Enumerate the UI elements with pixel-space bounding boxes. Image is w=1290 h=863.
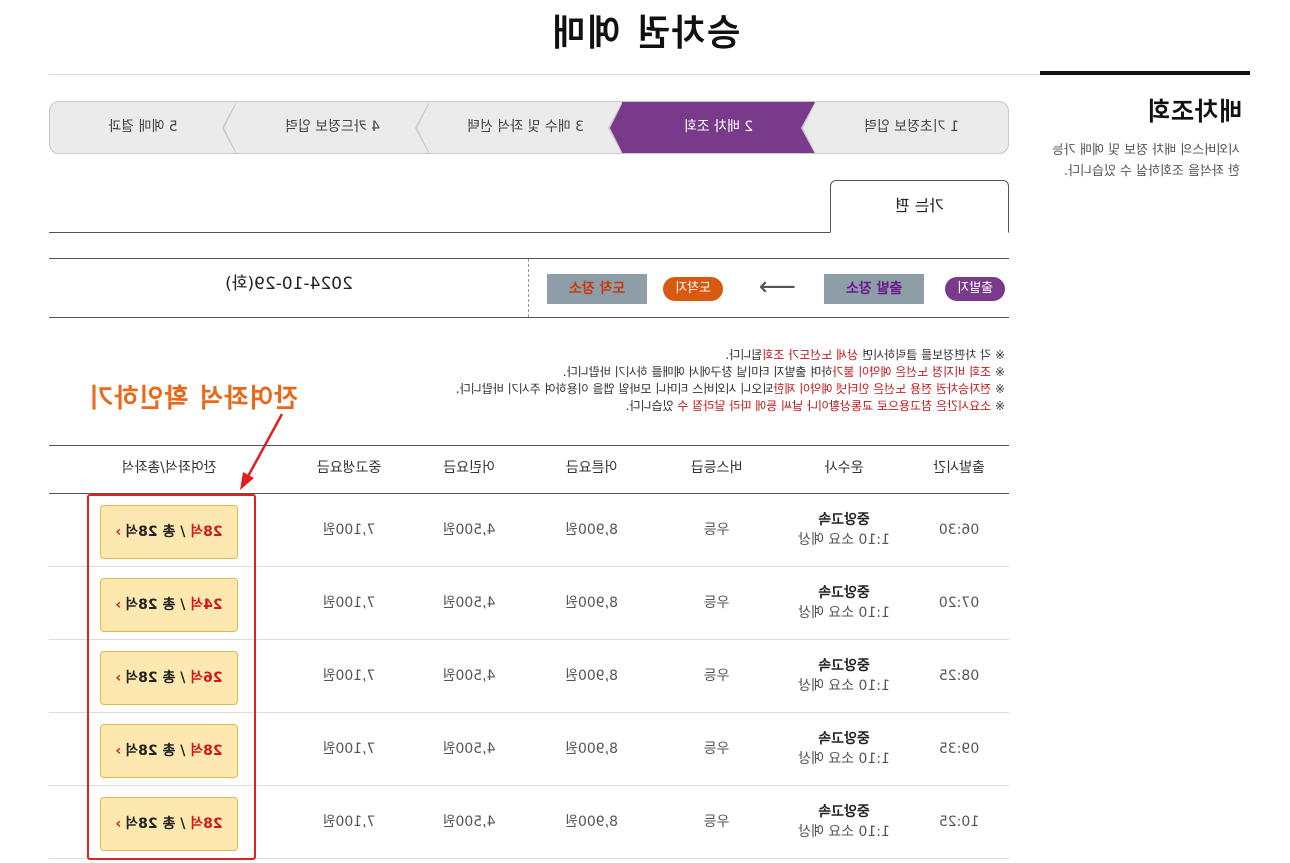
total-seats: / 총 28석 bbox=[125, 597, 191, 613]
arrow-right-icon: ⟶ bbox=[758, 272, 796, 302]
bus-grade: 우등 bbox=[703, 668, 730, 684]
company-name: 중앙고속 bbox=[818, 585, 870, 601]
remaining-seats: 28석 bbox=[190, 524, 223, 540]
seat-select-button[interactable]: 28석 / 총 28석› bbox=[100, 797, 238, 851]
sidebar-title: 배차조회 bbox=[1145, 97, 1242, 126]
company-name: 중앙고속 bbox=[818, 731, 870, 747]
remaining-seats: 28석 bbox=[190, 816, 223, 832]
company-name: 중앙고속 bbox=[818, 804, 870, 820]
child-fare: 4,500원 bbox=[442, 741, 496, 757]
header-grade: 버스등급 bbox=[690, 460, 743, 476]
child-fare: 4,500원 bbox=[442, 668, 496, 684]
sidebar-description: 시외버스의 배차 정보 및 예매 가능한 좌석을 조회하실 수 있습니다. bbox=[1051, 143, 1240, 179]
schedule-table-header: 출발시간 운수사 버스등급 어른요금 어린요금 중고생요금 잔여좌석/총좌석 bbox=[49, 445, 1009, 494]
step-label: 5 예매 결과 bbox=[108, 119, 178, 135]
bus-company: 중앙고속 1:10 소요 예상 bbox=[779, 786, 909, 858]
teen-fare: 7,100원 bbox=[322, 668, 376, 684]
bus-company: 중앙고속 1:10 소요 예상 bbox=[779, 640, 909, 712]
chevron-right-icon: › bbox=[115, 816, 122, 832]
travel-duration: 1:10 소요 예상 bbox=[798, 678, 890, 694]
table-row[interactable]: 08:25 중앙고속 1:10 소요 예상 우등 8,900원 4,500원 7… bbox=[49, 640, 1009, 713]
travel-duration: 1:10 소요 예상 bbox=[798, 824, 890, 840]
company-name: 중앙고속 bbox=[818, 512, 870, 528]
step-5: 5 예매 결과 bbox=[50, 102, 236, 153]
header-teen: 중고생요금 bbox=[316, 460, 382, 476]
table-row[interactable]: 07:20 중앙고속 1:10 소요 예상 우등 8,900원 4,500원 7… bbox=[49, 567, 1009, 640]
table-row[interactable]: 09:35 중앙고속 1:10 소요 예상 우등 8,900원 4,500원 7… bbox=[49, 713, 1009, 786]
seat-select-button[interactable]: 24석 / 총 28석› bbox=[100, 578, 238, 632]
travel-duration: 1:10 소요 예상 bbox=[798, 751, 890, 767]
travel-duration: 1:10 소요 예상 bbox=[798, 605, 890, 621]
table-row[interactable]: 06:30 중앙고속 1:10 소요 예상 우등 8,900원 4,500원 7… bbox=[49, 494, 1009, 567]
step-label: 3 매수 및 좌석 선택 bbox=[467, 119, 584, 135]
bus-grade: 우등 bbox=[703, 814, 730, 830]
sidebar-rule bbox=[1040, 71, 1250, 75]
seat-select-button[interactable]: 28석 / 총 28석› bbox=[100, 505, 238, 559]
bus-grade: 우등 bbox=[703, 595, 730, 611]
route-summary: 출발지 출발 장소 ⟶ 도착지 도착 장소 2024-10-29(화) bbox=[49, 258, 1009, 318]
tab-one-way[interactable]: 가는 편 bbox=[830, 180, 1009, 233]
remaining-seats: 28석 bbox=[190, 743, 223, 759]
table-row[interactable]: 10:25 중앙고속 1:10 소요 예상 우등 8,900원 4,500원 7… bbox=[49, 786, 1009, 859]
departure-time: 10:25 bbox=[938, 814, 980, 830]
child-fare: 4,500원 bbox=[442, 595, 496, 611]
total-seats: / 총 28석 bbox=[125, 670, 191, 686]
departure-station: 출발 장소 bbox=[824, 274, 924, 304]
header-time: 출발시간 bbox=[933, 460, 985, 476]
departure-time: 07:20 bbox=[938, 595, 980, 611]
seat-select-button[interactable]: 26석 / 총 28석› bbox=[100, 651, 238, 705]
adult-fare: 8,900원 bbox=[565, 595, 618, 611]
travel-duration: 1:10 소요 예상 bbox=[798, 532, 890, 548]
arrival-station: 도착 장소 bbox=[547, 274, 647, 304]
bus-company: 중앙고속 1:10 소요 예상 bbox=[779, 494, 909, 566]
arrival-badge: 도착지 bbox=[663, 277, 723, 301]
mirrored-page: 승차권 예매 배차조회 시외버스의 배차 정보 및 예매 가능한 좌석을 조회하… bbox=[0, 0, 1290, 863]
child-fare: 4,500원 bbox=[442, 814, 496, 830]
teen-fare: 7,100원 bbox=[322, 814, 376, 830]
header-seats: 잔여좌석/총좌석 bbox=[121, 460, 217, 476]
header-adult: 어른요금 bbox=[565, 460, 618, 476]
adult-fare: 8,900원 bbox=[565, 741, 618, 757]
seat-select-button[interactable]: 28석 / 총 28석› bbox=[100, 724, 238, 778]
step-label: 2 배차 조회 bbox=[683, 119, 754, 135]
departure-badge: 출발지 bbox=[945, 277, 1005, 301]
total-seats: / 총 28석 bbox=[125, 816, 191, 832]
bus-grade: 우등 bbox=[703, 741, 730, 757]
remaining-seats: 24석 bbox=[190, 597, 223, 613]
teen-fare: 7,100원 bbox=[322, 522, 376, 538]
adult-fare: 8,900원 bbox=[565, 522, 618, 538]
step-progress: 1 기초정보 입력 2 배차 조회 3 매수 및 좌석 선택 4 카드정보 입력… bbox=[49, 101, 1009, 154]
child-fare: 4,500원 bbox=[442, 522, 496, 538]
step-4: 4 카드정보 입력 bbox=[222, 102, 429, 154]
departure-date: 2024-10-29(화) bbox=[225, 274, 353, 294]
step-2-active: 2 배차 조회 bbox=[608, 102, 815, 154]
notice-item: ※ 각 차편정보를 클릭하시면 상세 노선도가 조회됩니다. bbox=[725, 348, 1005, 362]
company-name: 중앙고속 bbox=[818, 658, 870, 674]
teen-fare: 7,100원 bbox=[322, 741, 376, 757]
step-label: 1 기초정보 입력 bbox=[863, 119, 960, 135]
step-label: 4 카드정보 입력 bbox=[284, 119, 381, 135]
header-company: 운수사 bbox=[824, 460, 864, 476]
chevron-right-icon: › bbox=[115, 597, 122, 613]
departure-time: 06:30 bbox=[938, 522, 980, 538]
teen-fare: 7,100원 bbox=[322, 595, 376, 611]
remaining-seats: 26석 bbox=[190, 670, 223, 686]
departure-time: 09:35 bbox=[938, 741, 980, 757]
step-3: 3 매수 및 좌석 선택 bbox=[415, 102, 622, 154]
chevron-right-icon: › bbox=[115, 524, 122, 540]
step-1: 1 기초정보 입력 bbox=[801, 102, 1008, 154]
total-seats: / 총 28석 bbox=[125, 524, 191, 540]
bus-company: 중앙고속 1:10 소요 예상 bbox=[779, 567, 909, 639]
bus-grade: 우등 bbox=[703, 522, 730, 538]
page-title: 승차권 예매 bbox=[549, 13, 741, 54]
bus-company: 중앙고속 1:10 소요 예상 bbox=[779, 713, 909, 785]
total-seats: / 총 28석 bbox=[125, 743, 191, 759]
header-child: 어린요금 bbox=[443, 460, 495, 476]
chevron-right-icon: › bbox=[115, 743, 122, 759]
departure-time: 08:25 bbox=[938, 668, 980, 684]
chevron-right-icon: › bbox=[115, 670, 122, 686]
adult-fare: 8,900원 bbox=[565, 814, 618, 830]
adult-fare: 8,900원 bbox=[565, 668, 618, 684]
